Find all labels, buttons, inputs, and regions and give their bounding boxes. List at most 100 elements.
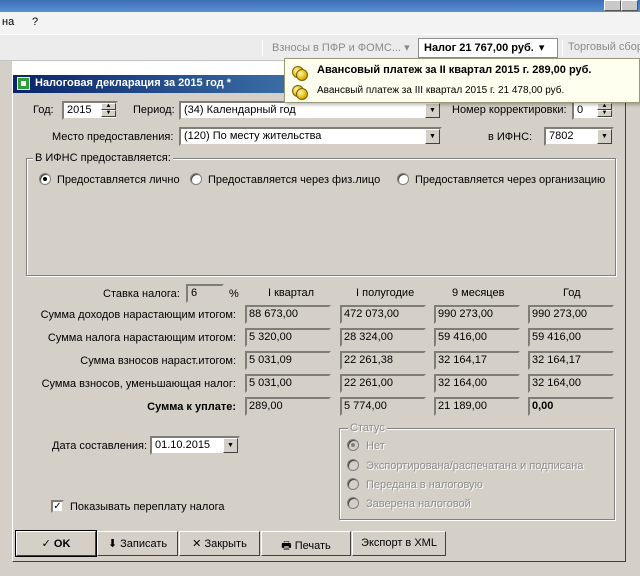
menu-item[interactable]: на [2,16,14,28]
spin-down-icon[interactable]: ▼ [597,110,612,117]
status-strip [0,562,640,576]
row-label-payable: Сумма к уплате: [147,401,236,413]
notification-item[interactable]: Авансовый платеж за II квартал 2015 г. 2… [317,64,592,76]
chevron-down-icon: ▾ [538,42,545,54]
toolbar-separator [562,40,563,56]
period-label: Период: [133,104,175,116]
date-label: Дата составления: [52,440,148,452]
menubar: на ? [0,12,640,34]
overpay-checkbox[interactable]: ✓ [51,500,64,513]
chevron-down-icon[interactable]: ▼ [425,103,440,118]
column-header-9m: 9 месяцев [452,287,505,299]
row-label-contributions: Сумма взносов нараст.итогом: [80,355,236,367]
dialog-titlebar[interactable]: Налоговая декларация за 2015 год * [13,75,286,93]
print-label: Печать [294,540,331,552]
period-value: (34) Календарный год [184,104,296,116]
period-select[interactable]: (34) Календарный год ▼ [179,101,442,120]
rate-unit: % [229,288,239,300]
overpay-label[interactable]: Показывать переплату налога [70,501,224,513]
status-none-radio [347,439,359,451]
menu-help[interactable]: ? [32,16,38,28]
dialog-title: Налоговая декларация за 2015 год * [35,77,232,89]
submit-via-person-label[interactable]: Предоставляется через физ.лицо [208,174,380,186]
print-button[interactable]: 🖶 Печать [261,531,351,556]
export-xml-button[interactable]: Экспорт в XML [352,531,446,556]
status-exported-radio [347,459,359,471]
column-header-q1: I квартал [268,287,315,299]
table-cell: 5 774,00 [340,397,426,416]
status-certified-radio [347,497,359,509]
table-cell: 32 164,00 [528,374,614,393]
pfr-fomc-button[interactable]: Взносы в ПФР и ФОМС... ▾ [272,41,410,54]
rate-value: 6 [191,287,198,299]
row-label-reducing: Сумма взносов, уменьшающая налог: [41,378,236,390]
submit-via-org-radio[interactable] [397,173,409,185]
spin-down-icon[interactable]: ▼ [101,110,116,117]
close-button[interactable]: ✕ Закрыть [179,531,260,556]
table-cell: 5 320,00 [245,328,331,347]
toolbar: Взносы в ПФР и ФОМС... ▾ Налог 21 767,00… [0,34,640,61]
table-cell: 22 261,00 [340,374,426,393]
status-none-label: Нет [366,440,385,452]
app-minimize-button[interactable] [604,0,621,11]
date-picker[interactable]: 01.10.2015 ▼ [150,436,240,455]
place-select[interactable]: (120) По месту жительства ▼ [179,127,442,146]
rate-label: Ставка налога: [103,288,180,300]
place-value: (120) По месту жительства [184,130,322,142]
correction-value: 0 [577,104,584,116]
trade-fee-button[interactable]: Торговый сбор [568,41,640,53]
correction-spinner[interactable]: 0 ▲ ▼ [572,101,614,120]
submit-personally-label[interactable]: Предоставляется лично [57,174,180,186]
place-label: Место предоставления: [52,131,174,143]
table-cell: 59 416,00 [528,328,614,347]
table-cell: 21 189,00 [434,397,520,416]
chevron-down-icon: ▾ [404,42,410,54]
tax-dropdown-label: Налог 21 767,00 руб. [424,42,534,54]
chevron-down-icon[interactable]: ▼ [597,129,612,144]
submit-method-title: В ИФНС предоставляется: [33,152,173,164]
column-header-year: Год [563,287,581,299]
coins-icon [296,88,308,100]
submit-via-org-label[interactable]: Предоставляется через организацию [415,174,605,186]
submit-personally-radio[interactable] [39,173,51,185]
app-close-button[interactable] [621,0,638,11]
chevron-down-icon[interactable]: ▼ [223,438,238,453]
spin-up-icon[interactable]: ▲ [597,103,612,110]
table-cell-total: 0,00 [528,397,614,416]
table-cell: 32 164,00 [434,374,520,393]
spin-up-icon[interactable]: ▲ [101,103,116,110]
status-exported-label: Экспортирована/распечатана и подписана [366,460,584,472]
tax-dropdown-button[interactable]: Налог 21 767,00 руб. ▾ [418,38,558,58]
status-certified-label: Заверена налоговой [366,498,471,510]
table-cell: 88 673,00 [245,305,331,324]
date-value: 01.10.2015 [155,439,211,451]
table-cell: 28 324,00 [340,328,426,347]
table-cell: 990 273,00 [434,305,520,324]
rate-field: 6 [186,284,224,303]
app-icon [17,77,30,90]
year-label: Год: [33,104,54,116]
notification-popup: Авансовый платеж за II квартал 2015 г. 2… [284,58,640,103]
year-spinner[interactable]: 2015 ▲ ▼ [62,101,118,120]
correction-label: Номер корректировки: [452,104,567,116]
table-cell: 32 164,17 [434,351,520,370]
table-cell: 289,00 [245,397,331,416]
ok-button[interactable]: ✓ OK [15,530,97,557]
check-icon: ✓ [53,501,62,512]
background-panel [626,61,640,576]
table-cell: 59 416,00 [434,328,520,347]
table-cell: 22 261,38 [340,351,426,370]
year-value: 2015 [67,104,92,116]
chevron-down-icon[interactable]: ▼ [425,129,440,144]
status-sent-radio [347,478,359,490]
table-cell: 990 273,00 [528,305,614,324]
table-cell: 5 031,09 [245,351,331,370]
notification-item[interactable]: Авансвый платеж за III квартал 2015 г. 2… [317,85,564,96]
ifns-select[interactable]: 7802 ▼ [544,127,614,146]
row-label-income: Сумма доходов нарастающим итогом: [40,309,236,321]
background-panel [0,61,12,576]
save-button[interactable]: ⬇ Записать [97,531,178,556]
table-cell: 472 073,00 [340,305,426,324]
submit-via-person-radio[interactable] [190,173,202,185]
app-titlebar [0,0,640,12]
